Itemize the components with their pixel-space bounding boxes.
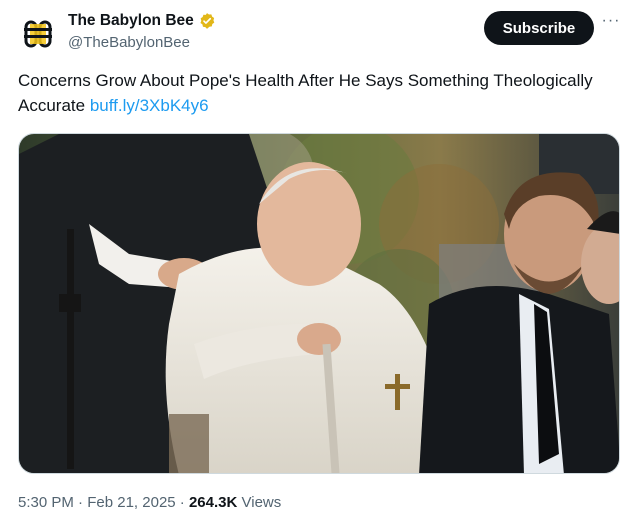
account-handle[interactable]: @TheBabylonBee (68, 34, 190, 51)
post-meta: 5:30 PM · Feb 21, 2025 · 264.3K Views (18, 494, 281, 511)
verified-badge-icon[interactable] (198, 12, 216, 30)
bee-logo-icon (18, 14, 58, 54)
views-label: Views (237, 494, 282, 511)
views-count[interactable]: 264.3K (189, 494, 237, 511)
meta-separator: · (175, 494, 189, 511)
subscribe-button[interactable]: Subscribe (484, 11, 594, 45)
account-name-row: The Babylon Bee (68, 12, 216, 30)
post-time[interactable]: 5:30 PM (18, 494, 74, 511)
display-name[interactable]: The Babylon Bee (68, 12, 194, 30)
post-text: Concerns Grow About Pope's Health After … (18, 68, 618, 118)
post-image[interactable] (18, 133, 620, 474)
photo-illustration (19, 134, 619, 473)
meta-separator: · (73, 494, 88, 511)
post-date[interactable]: Feb 21, 2025 (87, 494, 175, 511)
more-options-icon[interactable]: ··· (600, 13, 622, 36)
post-link[interactable]: buff.ly/3XbK4y6 (90, 96, 209, 115)
avatar[interactable] (18, 14, 58, 54)
